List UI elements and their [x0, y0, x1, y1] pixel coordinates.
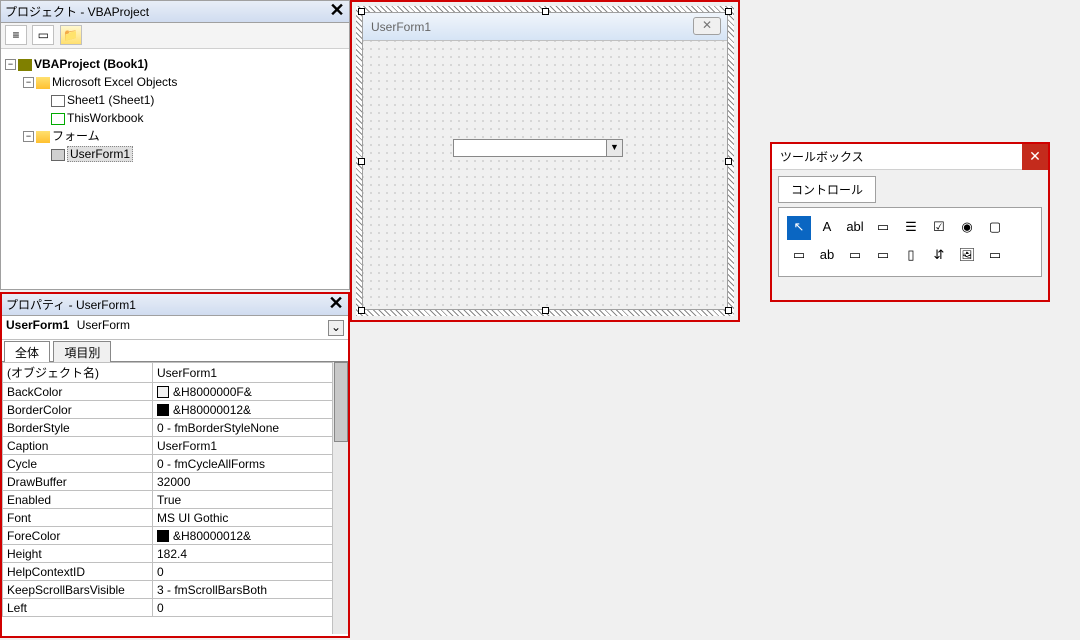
userform-titlebar[interactable]: UserForm1 ✕ [363, 13, 727, 41]
toolbox-window[interactable]: ツールボックス ✕ コントロール ↖Aabl▭☰☑◉▢▭ab▭▭▯⇵🖼▭ [770, 142, 1050, 302]
toolbox-tool-grid: ↖Aabl▭☰☑◉▢▭ab▭▭▯⇵🖼▭ [778, 207, 1042, 277]
toolbox-titlebar[interactable]: ツールボックス ✕ [772, 144, 1048, 170]
view-object-icon[interactable]: ▭ [32, 25, 54, 45]
userform-window[interactable]: UserForm1 ✕ ▼ [362, 12, 728, 310]
tree-root[interactable]: −VBAProject (Book1) [5, 55, 345, 73]
tree-userform1[interactable]: UserForm1 [5, 145, 345, 163]
tool-combobox[interactable]: ▭ [871, 216, 895, 240]
tool-textbox[interactable]: abl [843, 216, 867, 240]
tool-commandbutton[interactable]: ab [815, 244, 839, 268]
property-row[interactable]: BackColor&H8000000F& [3, 383, 348, 401]
close-icon[interactable]: ✕ [1022, 144, 1048, 170]
tool-pointer[interactable]: ↖ [787, 216, 811, 240]
property-row[interactable]: EnabledTrue [3, 491, 348, 509]
scrollbar[interactable] [332, 362, 348, 634]
property-row[interactable]: Height182.4 [3, 545, 348, 563]
property-row[interactable]: CaptionUserForm1 [3, 437, 348, 455]
properties-title: プロパティ - UserForm1 [6, 298, 136, 312]
project-explorer: プロジェクト - VBAProject ✕ ≡ ▭ 📁 −VBAProject … [0, 0, 350, 290]
chevron-down-icon[interactable]: ▼ [606, 140, 622, 156]
tool-checkbox[interactable]: ☑ [927, 216, 951, 240]
tool-listbox[interactable]: ☰ [899, 216, 923, 240]
tool-refedit[interactable]: ▭ [983, 244, 1007, 268]
tool-frame[interactable]: ▭ [787, 244, 811, 268]
tree-folder-objects[interactable]: −Microsoft Excel Objects [5, 73, 345, 91]
project-tree: −VBAProject (Book1) −Microsoft Excel Obj… [1, 49, 349, 169]
property-row[interactable]: Left0 [3, 599, 348, 617]
property-row[interactable]: (オブジェクト名)UserForm1 [3, 363, 348, 383]
tree-thisworkbook[interactable]: ThisWorkbook [5, 109, 345, 127]
property-row[interactable]: BorderStyle0 - fmBorderStyleNone [3, 419, 348, 437]
tree-sheet1[interactable]: Sheet1 (Sheet1) [5, 91, 345, 109]
property-row[interactable]: ForeColor&H80000012& [3, 527, 348, 545]
tool-optionbutton[interactable]: ◉ [955, 216, 979, 240]
properties-window: プロパティ - UserForm1 ✕ UserForm1 UserForm ⌄… [0, 292, 350, 638]
tool-togglebutton[interactable]: ▢ [983, 216, 1007, 240]
close-icon[interactable]: ✕ [693, 17, 721, 35]
tool-label[interactable]: A [815, 216, 839, 240]
close-icon[interactable]: ✕ [326, 295, 346, 313]
close-icon[interactable]: ✕ [327, 2, 347, 20]
toolbox-tab-controls[interactable]: コントロール [778, 176, 876, 203]
combobox-control[interactable]: ▼ [453, 139, 623, 157]
property-row[interactable]: FontMS UI Gothic [3, 509, 348, 527]
toggle-folders-icon[interactable]: 📁 [60, 25, 82, 45]
tool-spinbutton[interactable]: ⇵ [927, 244, 951, 268]
property-row[interactable]: KeepScrollBarsVisible3 - fmScrollBarsBot… [3, 581, 348, 599]
properties-titlebar[interactable]: プロパティ - UserForm1 ✕ [2, 294, 348, 316]
project-toolbar: ≡ ▭ 📁 [1, 23, 349, 49]
tool-scrollbar[interactable]: ▯ [899, 244, 923, 268]
object-selector[interactable]: UserForm1 UserForm ⌄ [2, 316, 348, 340]
view-code-icon[interactable]: ≡ [5, 25, 27, 45]
tab-alphabetic[interactable]: 全体 [4, 341, 50, 363]
properties-tabs: 全体 項目別 [2, 340, 348, 362]
property-row[interactable]: HelpContextID0 [3, 563, 348, 581]
userform-body[interactable]: ▼ [363, 41, 727, 309]
property-row[interactable]: DrawBuffer32000 [3, 473, 348, 491]
project-title: プロジェクト - VBAProject [5, 5, 149, 19]
property-row[interactable]: Cycle0 - fmCycleAllForms [3, 455, 348, 473]
tree-folder-forms[interactable]: −フォーム [5, 127, 345, 145]
tool-image[interactable]: 🖼 [955, 244, 979, 268]
chevron-down-icon[interactable]: ⌄ [328, 320, 344, 336]
tool-multipage[interactable]: ▭ [871, 244, 895, 268]
form-designer[interactable]: UserForm1 ✕ ▼ [350, 0, 740, 322]
properties-grid: (オブジェクト名)UserForm1BackColor&H8000000F&Bo… [2, 362, 348, 634]
tab-categorized[interactable]: 項目別 [53, 341, 111, 363]
project-titlebar[interactable]: プロジェクト - VBAProject ✕ [1, 1, 349, 23]
property-row[interactable]: BorderColor&H80000012& [3, 401, 348, 419]
tool-tabstrip[interactable]: ▭ [843, 244, 867, 268]
